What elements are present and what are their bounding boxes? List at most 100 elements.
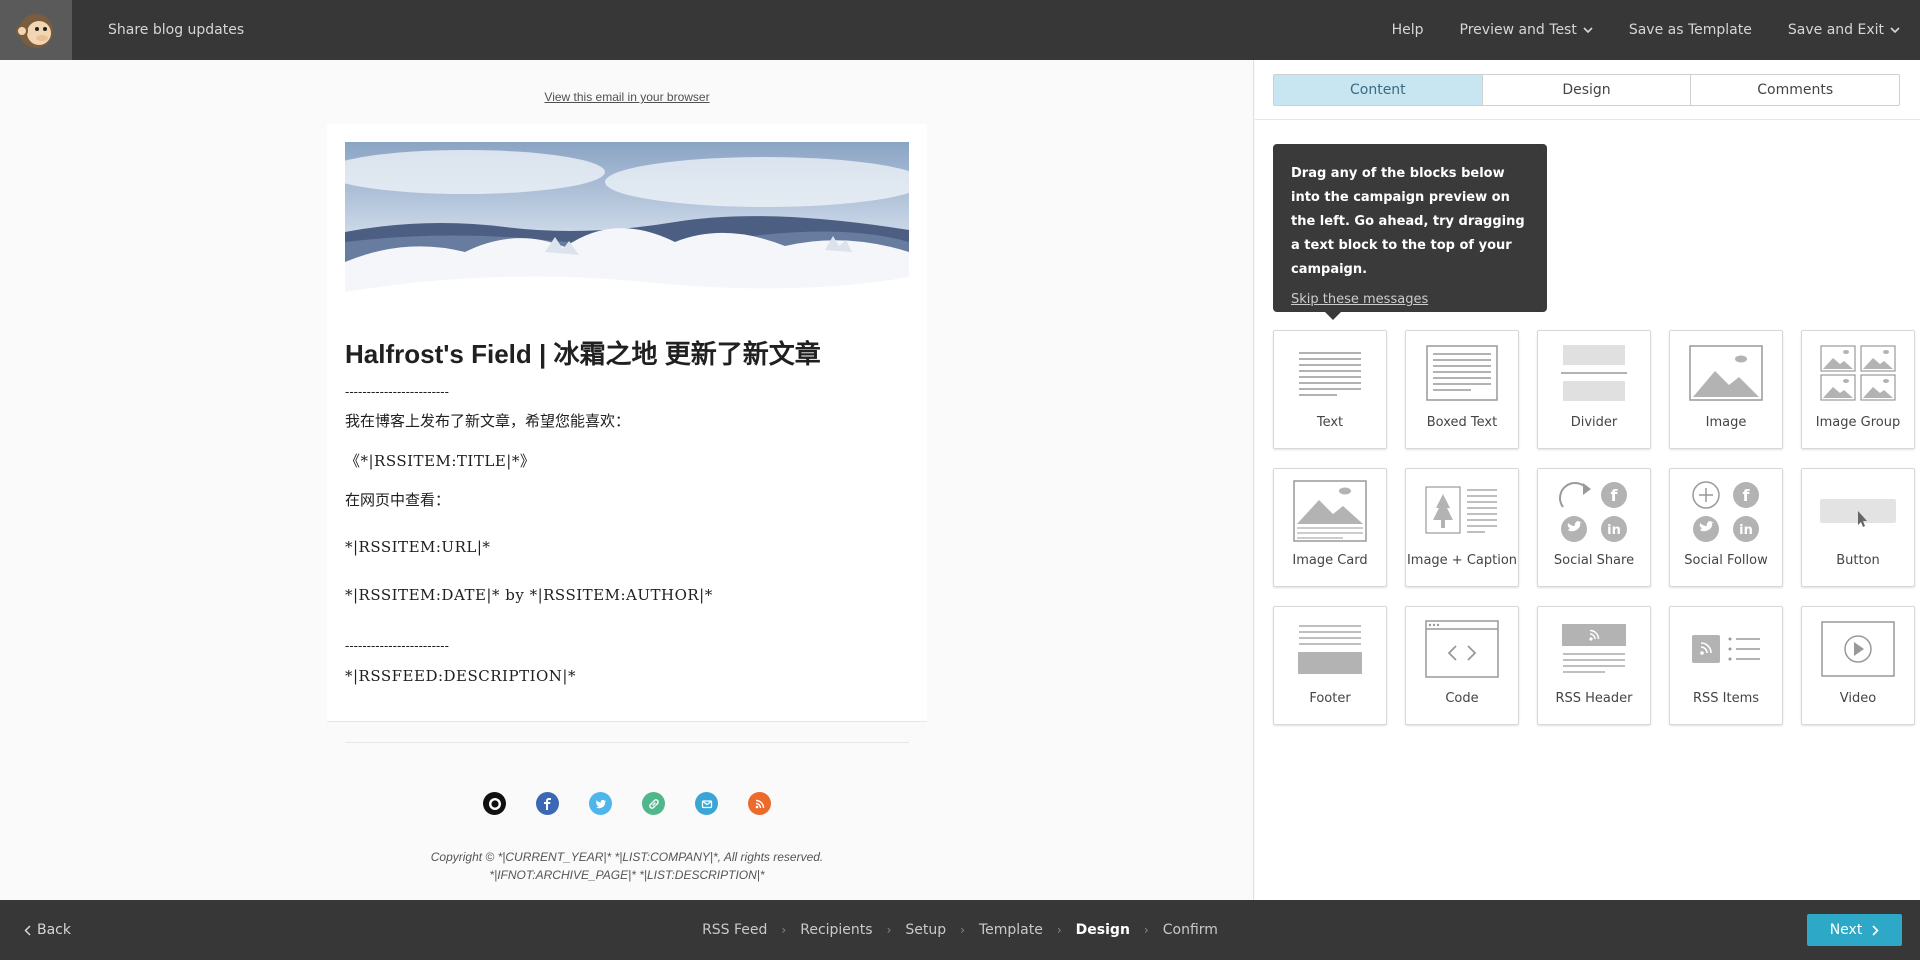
- block-image-group[interactable]: Image Group: [1801, 330, 1915, 449]
- button-icon: [1820, 499, 1896, 527]
- chevron-right-icon: ›: [1143, 923, 1149, 937]
- twitter-icon[interactable]: [589, 792, 612, 815]
- block-social-share[interactable]: f in Social Share: [1537, 468, 1651, 587]
- block-rss-items[interactable]: RSS Items: [1669, 606, 1783, 725]
- mailchimp-logo[interactable]: [0, 0, 72, 60]
- block-image-caption[interactable]: Image + Caption: [1405, 468, 1519, 587]
- next-label: Next: [1829, 922, 1863, 938]
- email-icon[interactable]: [695, 792, 718, 815]
- save-as-template-link[interactable]: Save as Template: [1629, 22, 1752, 38]
- email-heading[interactable]: Halfrost's Field | 冰霜之地 更新了新文章: [345, 334, 821, 371]
- rss-feed-description[interactable]: *|RSSFEED:DESCRIPTION|*: [345, 667, 576, 685]
- view-in-browser-link[interactable]: View this email in your browser: [0, 90, 1254, 104]
- video-icon: [1821, 621, 1895, 677]
- block-label: Image + Caption: [1406, 553, 1518, 568]
- block-social-follow[interactable]: f in Social Follow: [1669, 468, 1783, 587]
- snowy-mountain-image: [345, 142, 909, 317]
- block-video[interactable]: Video: [1801, 606, 1915, 725]
- chevron-right-icon: ›: [781, 923, 787, 937]
- chevron-down-icon: [1890, 27, 1900, 34]
- email-body[interactable]: Halfrost's Field | 冰霜之地 更新了新文章 ---------…: [327, 124, 927, 722]
- rss-icon[interactable]: [748, 792, 771, 815]
- tab-content[interactable]: Content: [1274, 75, 1483, 105]
- rss-item-title[interactable]: 《*|RSSITEM:TITLE|*》: [345, 450, 535, 471]
- block-label: RSS Items: [1692, 691, 1760, 706]
- block-label: Image Group: [1815, 415, 1901, 430]
- block-label: Image Card: [1292, 553, 1368, 568]
- view-on-web-text[interactable]: 在网页中查看：: [345, 489, 450, 510]
- step-rss-feed[interactable]: RSS Feed: [702, 922, 767, 938]
- block-text[interactable]: Text: [1273, 330, 1387, 449]
- block-rss-header[interactable]: RSS Header: [1537, 606, 1651, 725]
- block-label: Video: [1839, 691, 1877, 706]
- step-recipients[interactable]: Recipients: [800, 922, 872, 938]
- block-label: Boxed Text: [1426, 415, 1498, 430]
- footer-icon: [1298, 625, 1362, 674]
- code-icon: [1425, 620, 1499, 678]
- block-label: Image: [1705, 415, 1747, 430]
- rss-item-url[interactable]: *|RSSITEM:URL|*: [345, 538, 490, 556]
- bottom-nav-bar: Back RSS Feed › Recipients › Setup › Tem…: [0, 900, 1920, 960]
- image-icon: [1689, 345, 1763, 401]
- chevron-down-icon: [1583, 27, 1593, 34]
- text-block-icon: [1299, 352, 1361, 396]
- chevron-right-icon: ›: [960, 923, 965, 937]
- step-design[interactable]: Design: [1076, 922, 1130, 938]
- block-label: RSS Header: [1555, 691, 1633, 706]
- editor-sidebar: Content Design Comments Drag any of the …: [1255, 60, 1920, 900]
- step-confirm[interactable]: Confirm: [1163, 922, 1218, 938]
- block-label: Divider: [1570, 415, 1618, 430]
- github-icon[interactable]: [483, 792, 506, 815]
- skip-messages-link[interactable]: Skip these messages: [1291, 292, 1529, 307]
- block-label: Social Follow: [1684, 553, 1768, 568]
- editor-tabs: Content Design Comments: [1273, 74, 1900, 106]
- content-blocks-grid: Text Boxed Text Divider Image Image Grou…: [1273, 330, 1915, 725]
- top-actions: Help Preview and Test Save as Template S…: [1392, 0, 1920, 60]
- header-image[interactable]: [345, 142, 909, 317]
- block-button[interactable]: Button: [1801, 468, 1915, 587]
- chevron-left-icon: [24, 924, 31, 936]
- wizard-steps: RSS Feed › Recipients › Setup › Template…: [0, 922, 1920, 938]
- divider-text: ------------------------: [345, 638, 449, 653]
- block-label: Code: [1445, 691, 1479, 706]
- step-setup[interactable]: Setup: [905, 922, 946, 938]
- save-exit-menu[interactable]: Save and Exit: [1788, 22, 1900, 38]
- block-boxed-text[interactable]: Boxed Text: [1405, 330, 1519, 449]
- list-description-line: *|IFNOT:ARCHIVE_PAGE|* *|LIST:DESCRIPTIO…: [489, 868, 765, 882]
- facebook-icon[interactable]: [536, 792, 559, 815]
- top-bar: Share blog updates Help Preview and Test…: [0, 0, 1920, 60]
- help-link[interactable]: Help: [1392, 22, 1424, 38]
- rss-item-date-author[interactable]: *|RSSITEM:DATE|* by *|RSSITEM:AUTHOR|*: [345, 586, 713, 604]
- preview-test-menu[interactable]: Preview and Test: [1460, 22, 1593, 38]
- block-divider[interactable]: Divider: [1537, 330, 1651, 449]
- tab-design[interactable]: Design: [1483, 75, 1692, 105]
- block-code[interactable]: Code: [1405, 606, 1519, 725]
- campaign-preview: View this email in your browser Halfrost…: [0, 60, 1254, 900]
- block-label: Social Share: [1553, 553, 1635, 568]
- rss-header-icon: [1562, 624, 1626, 673]
- block-image[interactable]: Image: [1669, 330, 1783, 449]
- social-follow-icon: f in: [1692, 481, 1759, 542]
- link-icon[interactable]: [642, 792, 665, 815]
- social-share-icon: f in: [1559, 482, 1627, 542]
- block-label: Text: [1316, 415, 1344, 430]
- social-follow-icons: [0, 792, 1254, 815]
- intro-text[interactable]: 我在博客上发布了新文章，希望您能喜欢：: [345, 410, 630, 431]
- copyright-line: Copyright © *|CURRENT_YEAR|* *|LIST:COMP…: [430, 850, 824, 864]
- tooltip-text: Drag any of the blocks below into the ca…: [1291, 166, 1525, 277]
- back-label: Back: [37, 922, 71, 938]
- chevron-right-icon: [1872, 924, 1879, 936]
- tabs-divider: [1255, 119, 1920, 120]
- copyright-footer[interactable]: Copyright © *|CURRENT_YEAR|* *|LIST:COMP…: [0, 848, 1254, 884]
- step-template[interactable]: Template: [979, 922, 1043, 938]
- tab-comments[interactable]: Comments: [1691, 75, 1899, 105]
- next-button[interactable]: Next: [1807, 914, 1902, 946]
- back-button[interactable]: Back: [24, 922, 71, 938]
- svg-text:f: f: [1611, 486, 1619, 505]
- svg-text:in: in: [1607, 523, 1621, 538]
- block-image-card[interactable]: Image Card: [1273, 468, 1387, 587]
- campaign-title[interactable]: Share blog updates: [108, 22, 244, 38]
- block-footer[interactable]: Footer: [1273, 606, 1387, 725]
- chimp-icon: [16, 14, 53, 48]
- chevron-right-icon: ›: [1056, 923, 1062, 937]
